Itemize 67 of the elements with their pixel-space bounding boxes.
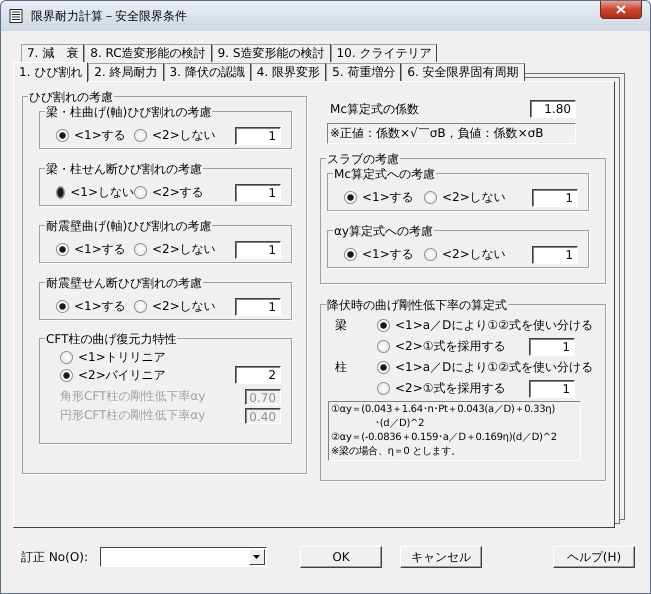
number-field[interactable]: 1 (235, 126, 281, 144)
number-field[interactable]: 1 (235, 298, 281, 316)
radio-button[interactable]: <2>①式を採用する (377, 380, 529, 397)
number-field[interactable]: 2 (235, 366, 281, 384)
radio-button[interactable]: <2>しない (424, 189, 532, 206)
group-title: Mc算定式への考慮 (333, 166, 436, 183)
group-title: 梁・柱曲げ(軸)ひび割れの考慮 (45, 104, 212, 121)
tab[interactable]: 2. 終局耐力 (88, 63, 164, 81)
group-title: αy算定式への考慮 (333, 223, 434, 240)
number-field[interactable]: 1 (532, 246, 578, 264)
radio-button[interactable]: <1>a／Dにより①②式を使い分ける (377, 317, 593, 334)
group-title: 梁・柱せん断ひび割れの考慮 (45, 161, 203, 178)
radio-button[interactable]: <2>しない (134, 298, 235, 315)
tab[interactable]: 3. 降伏の認識 (164, 63, 251, 81)
radio-button[interactable]: <1>する (344, 246, 424, 263)
radio-button[interactable]: <1>トリリニア (60, 349, 281, 366)
formula-line: ･(d／D)^2 (374, 417, 424, 431)
param-label: 角形CFT柱の剛性低下率αy (60, 388, 206, 405)
radio-button[interactable]: <2>しない (134, 241, 235, 258)
group-title: 耐震壁せん断ひび割れの考慮 (45, 275, 203, 292)
tab[interactable]: 10. クライテリア (330, 44, 438, 62)
window-icon (9, 9, 23, 23)
radio-button[interactable]: <2>①式を採用する (377, 338, 529, 355)
note-text: ※正値：係数×√￣σB，負値：係数×σB (327, 123, 576, 144)
member-label: 梁 (335, 317, 348, 334)
radio-button[interactable]: <1>a／Dにより①②式を使い分ける (377, 359, 593, 376)
group-title: CFT柱の曲げ復元力特性 (45, 331, 178, 348)
revision-label: 訂正 No(O): (21, 548, 88, 566)
radio-button[interactable]: <2>しない (134, 127, 235, 144)
tab[interactable]: 9. S造変形能の検討 (212, 44, 331, 62)
number-field[interactable]: 1 (529, 338, 575, 356)
radio-button[interactable]: <1>する (56, 241, 134, 258)
radio-button[interactable]: <1>する (56, 127, 134, 144)
tab[interactable]: 5. 荷重増分 (326, 63, 402, 81)
dialog-button[interactable]: キャンセル (400, 546, 482, 568)
formula-line: ②αy＝(-0.0836＋0.159･a／D＋0.169η)(d／D)^2 (331, 431, 557, 445)
close-button[interactable] (600, 1, 642, 19)
revision-dropdown[interactable] (100, 547, 267, 567)
group-title: 耐震壁曲げ(軸)ひび割れの考慮 (45, 218, 212, 235)
window-title: 限界耐力計算－安全限界条件 (31, 8, 187, 24)
group-title: 降伏時の曲げ剛性低下率の算定式 (326, 297, 508, 314)
radio-button[interactable]: <1>する (344, 189, 424, 206)
number-field[interactable]: 1.80 (530, 100, 576, 118)
radio-button[interactable]: <2>しない (424, 246, 532, 263)
radio-button[interactable]: <2>する (134, 184, 235, 201)
formula-line: ①αy＝(0.043＋1.64･n･Pt＋0.043(a／D)＋0.33η) (331, 403, 555, 417)
radio-button[interactable]: <1>しない (56, 184, 134, 201)
number-field[interactable]: 1 (532, 188, 578, 206)
dropdown-arrow-icon (253, 555, 260, 559)
close-icon (616, 5, 626, 14)
tab[interactable]: 8. RC造変形能の検討 (84, 44, 212, 62)
number-field[interactable]: 1 (235, 184, 281, 202)
member-label: 柱 (335, 359, 348, 376)
radio-button[interactable]: <1>する (56, 298, 134, 315)
group-title: ひび割れの考慮 (28, 89, 114, 106)
tab[interactable]: 6. 安全限界固有周期 (401, 63, 525, 81)
tab[interactable]: 7. 減 衰 (21, 44, 84, 62)
tab[interactable]: 1. ひび割れ (13, 62, 88, 82)
number-field[interactable]: 1 (235, 240, 281, 258)
tab[interactable]: 4. 限界変形 (250, 63, 326, 81)
dialog-button[interactable]: ヘルプ(H) (552, 546, 635, 568)
coefficient-label: Mc算定式の係数 (330, 100, 419, 118)
formula-line: ※梁の場合、η＝0 とします。 (331, 445, 461, 459)
number-field[interactable]: 1 (529, 380, 575, 398)
param-label: 円形CFT柱の剛性低下率αy (60, 407, 206, 424)
radio-button[interactable]: <2>バイリニア (60, 366, 235, 384)
dialog-button[interactable]: OK (300, 546, 382, 568)
